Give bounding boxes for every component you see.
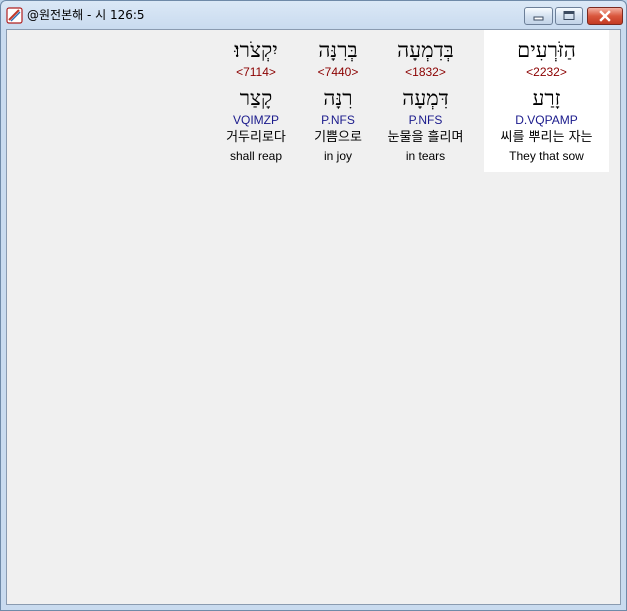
title-bar[interactable]: @원전본해 - 시 126:5 bbox=[1, 1, 626, 29]
morphology-code: VQIMZP bbox=[232, 113, 279, 127]
hebrew-surface-word: הַזֹּרְעִים bbox=[517, 38, 576, 62]
morphology-code: D.VQPAMP bbox=[515, 113, 578, 127]
app-logo-icon bbox=[6, 7, 23, 24]
maximize-icon bbox=[563, 11, 575, 20]
hebrew-lemma: קָצַר bbox=[239, 86, 273, 110]
word-column-1[interactable]: הַזֹּרְעִים <2232> זָרַע D.VQPAMP 씨를 뿌리는… bbox=[484, 30, 609, 172]
word-column-4[interactable]: יִקְצֹרוּ׃ <7114> קָצַר VQIMZP 거두리로다 sha… bbox=[187, 30, 325, 172]
maximize-button[interactable] bbox=[555, 7, 583, 25]
korean-gloss: 거두리로다 bbox=[226, 130, 286, 145]
strongs-number[interactable]: <7114> bbox=[187, 65, 325, 79]
close-icon bbox=[599, 10, 611, 22]
window-title: @원전본해 - 시 126:5 bbox=[27, 8, 145, 22]
strongs-number[interactable]: <2232> bbox=[484, 65, 609, 79]
hebrew-lemma: זָרַע bbox=[532, 86, 561, 110]
app-window: @원전본해 - 시 126:5 הַזֹּרְעִים <2232> זָרַע… bbox=[0, 0, 627, 611]
close-button[interactable] bbox=[587, 7, 623, 25]
minimize-icon bbox=[533, 16, 544, 21]
hebrew-surface-word: יִקְצֹרוּ׃ bbox=[234, 38, 278, 62]
korean-gloss: 씨를 뿌리는 자는 bbox=[500, 130, 593, 145]
minimize-button[interactable] bbox=[524, 7, 553, 25]
english-gloss: shall reap bbox=[229, 149, 283, 163]
interlinear-panel: הַזֹּרְעִים <2232> זָרַע D.VQPAMP 씨를 뿌리는… bbox=[6, 29, 621, 605]
english-gloss: They that sow bbox=[509, 149, 584, 163]
